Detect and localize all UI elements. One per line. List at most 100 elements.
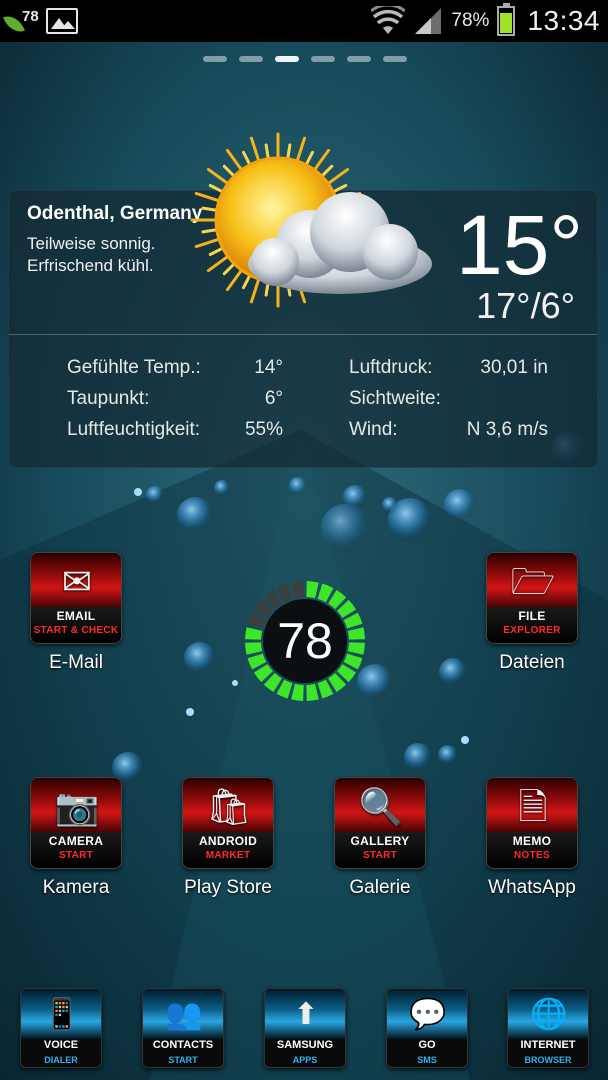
tile-subtitle: START & CHECK bbox=[33, 625, 119, 636]
app-label: Play Store bbox=[184, 877, 272, 898]
contacts-icon: 👥 bbox=[165, 998, 203, 1031]
sun-ray bbox=[194, 237, 223, 249]
weather-detail-value: N 3,6 m/s bbox=[466, 419, 548, 440]
weather-detail-row: Wind: N 3,6 m/s bbox=[349, 419, 548, 450]
app-email[interactable]: ✉ EMAIL START & CHECK E-Mail bbox=[1, 552, 151, 674]
tile-subtitle: NOTES bbox=[514, 850, 550, 861]
tile-subtitle: MARKET bbox=[205, 850, 251, 861]
weather-temperature: 15° bbox=[455, 198, 583, 292]
weather-detail-row: Taupunkt: 6° bbox=[67, 388, 283, 419]
weather-condition: Teilweise sonnig. Erfrischend kühl. bbox=[27, 233, 156, 277]
partly-cloudy-sun-icon bbox=[190, 132, 432, 308]
dock-samsung-apps[interactable]: ⬆ SAMSUNG APPS bbox=[264, 988, 346, 1068]
folder-icon[interactable]: 🗁 FILE EXPLORER bbox=[486, 552, 578, 644]
page-dot[interactable] bbox=[275, 56, 299, 62]
weather-city: Odenthal, Germany bbox=[27, 203, 203, 224]
page-indicator[interactable] bbox=[203, 56, 407, 62]
wifi-icon bbox=[371, 6, 406, 34]
dock-title: SAMSUNG bbox=[276, 1039, 334, 1051]
app-play-store[interactable]: 🛍 ANDROID MARKET Play Store bbox=[153, 777, 303, 899]
dock-go-sms[interactable]: 💬 GO SMS bbox=[386, 988, 468, 1068]
tile-title: MEMO bbox=[512, 834, 552, 848]
sun-ray bbox=[194, 191, 223, 203]
weather-details-right: Luftdruck: 30,01 in Sichtweite: Wind: N … bbox=[349, 357, 548, 450]
weather-detail-row: Sichtweite: bbox=[349, 388, 548, 419]
sun-ray bbox=[206, 167, 231, 187]
tile-subtitle: EXPLORER bbox=[503, 625, 561, 636]
weather-detail-value bbox=[453, 388, 548, 419]
page-dot[interactable] bbox=[347, 56, 371, 62]
samsung-apps-icon: ⬆ bbox=[293, 998, 319, 1031]
weather-detail-value: 55% bbox=[244, 419, 283, 440]
tile-subtitle: START bbox=[58, 850, 94, 861]
weather-high-low: 17°/6° bbox=[476, 285, 575, 326]
memo-icon[interactable]: 🗎 MEMO NOTES bbox=[486, 777, 578, 869]
weather-detail-value: 30,01 in bbox=[480, 357, 548, 378]
status-bar: 78 78% 13:34 bbox=[0, 0, 608, 42]
weather-detail-row: Luftdruck: 30,01 in bbox=[349, 357, 548, 388]
internet-browser-icon: 🌐 bbox=[530, 998, 568, 1031]
leaf-icon[interactable]: 78 bbox=[3, 8, 39, 37]
email-icon[interactable]: ✉ EMAIL START & CHECK bbox=[30, 552, 122, 644]
battery-icon bbox=[497, 3, 516, 36]
battery-percent: 78% bbox=[451, 10, 490, 31]
sun-ray bbox=[311, 148, 331, 173]
sun-ray bbox=[325, 167, 350, 187]
voice-dialer-icon: 📱 bbox=[43, 998, 81, 1031]
weather-detail-label: Wind: bbox=[349, 419, 398, 440]
tile-title: EMAIL bbox=[56, 609, 96, 623]
weather-detail-value: 14° bbox=[254, 357, 283, 378]
dock-subtitle: START bbox=[168, 1055, 198, 1065]
app-label: Kamera bbox=[42, 877, 110, 898]
weather-detail-row: Luftfeuchtigkeit: 55% bbox=[67, 419, 283, 450]
sun-ray bbox=[295, 136, 307, 165]
camera-icon[interactable]: 📷 CAMERA START bbox=[30, 777, 122, 869]
tile-subtitle: START bbox=[362, 850, 398, 861]
clock: 13:34 bbox=[527, 5, 600, 36]
weather-detail-label: Luftdruck: bbox=[349, 357, 433, 378]
dock-internet[interactable]: 🌐 INTERNET BROWSER bbox=[507, 988, 589, 1068]
page-dot[interactable] bbox=[239, 56, 263, 62]
dock-contacts[interactable]: 👥 CONTACTS START bbox=[142, 988, 224, 1068]
weather-condition-line2: Erfrischend kühl. bbox=[27, 256, 154, 275]
dock-title: INTERNET bbox=[520, 1039, 576, 1051]
weather-detail-value: 6° bbox=[264, 388, 283, 409]
sun-ray bbox=[249, 275, 261, 304]
app-label: Dateien bbox=[499, 652, 565, 673]
notification-count: 78 bbox=[22, 8, 39, 25]
app-camera[interactable]: 📷 CAMERA START Kamera bbox=[1, 777, 151, 899]
app-whatsapp[interactable]: 🗎 MEMO NOTES WhatsApp bbox=[457, 777, 607, 899]
tile-title: GALLERY bbox=[350, 834, 410, 848]
sun-ray bbox=[206, 253, 231, 273]
gallery-icon[interactable]: 🔍 GALLERY START bbox=[334, 777, 426, 869]
page-dot[interactable] bbox=[383, 56, 407, 62]
weather-condition-line1: Teilweise sonnig. bbox=[27, 234, 156, 253]
app-label: WhatsApp bbox=[488, 877, 576, 898]
weather-detail-label: Sichtweite: bbox=[349, 388, 441, 409]
weather-details-left: Gefühlte Temp.: 14° Taupunkt: 6° Luftfeu… bbox=[67, 357, 283, 450]
page-dot[interactable] bbox=[203, 56, 227, 62]
android-market-icon[interactable]: 🛍 ANDROID MARKET bbox=[182, 777, 274, 869]
dock-subtitle: DIALER bbox=[44, 1055, 78, 1065]
weather-detail-row: Gefühlte Temp.: 14° bbox=[67, 357, 283, 388]
page-dot[interactable] bbox=[311, 56, 335, 62]
tile-title: FILE bbox=[518, 609, 546, 623]
app-files[interactable]: 🗁 FILE EXPLORER Dateien bbox=[457, 552, 607, 674]
signal-icon bbox=[415, 8, 442, 34]
dock-subtitle: APPS bbox=[292, 1055, 318, 1065]
weather-detail-label: Gefühlte Temp.: bbox=[67, 357, 201, 378]
dock-title: CONTACTS bbox=[152, 1039, 214, 1051]
dock-subtitle: SMS bbox=[417, 1055, 437, 1065]
sun-ray bbox=[225, 148, 245, 173]
dock-subtitle: BROWSER bbox=[524, 1055, 572, 1065]
go-sms-icon: 💬 bbox=[409, 998, 447, 1031]
sun-ray bbox=[249, 136, 261, 165]
tile-title: CAMERA bbox=[48, 834, 104, 848]
app-gallery[interactable]: 🔍 GALLERY START Galerie bbox=[305, 777, 455, 899]
weather-detail-label: Taupunkt: bbox=[67, 388, 150, 409]
dock-voice-dialer[interactable]: 📱 VOICE DIALER bbox=[20, 988, 102, 1068]
image-icon[interactable] bbox=[46, 8, 78, 34]
sun-ray bbox=[225, 267, 245, 292]
weather-detail-label: Luftfeuchtigkeit: bbox=[67, 419, 201, 440]
battery-gauge-value: 78 bbox=[277, 613, 333, 669]
